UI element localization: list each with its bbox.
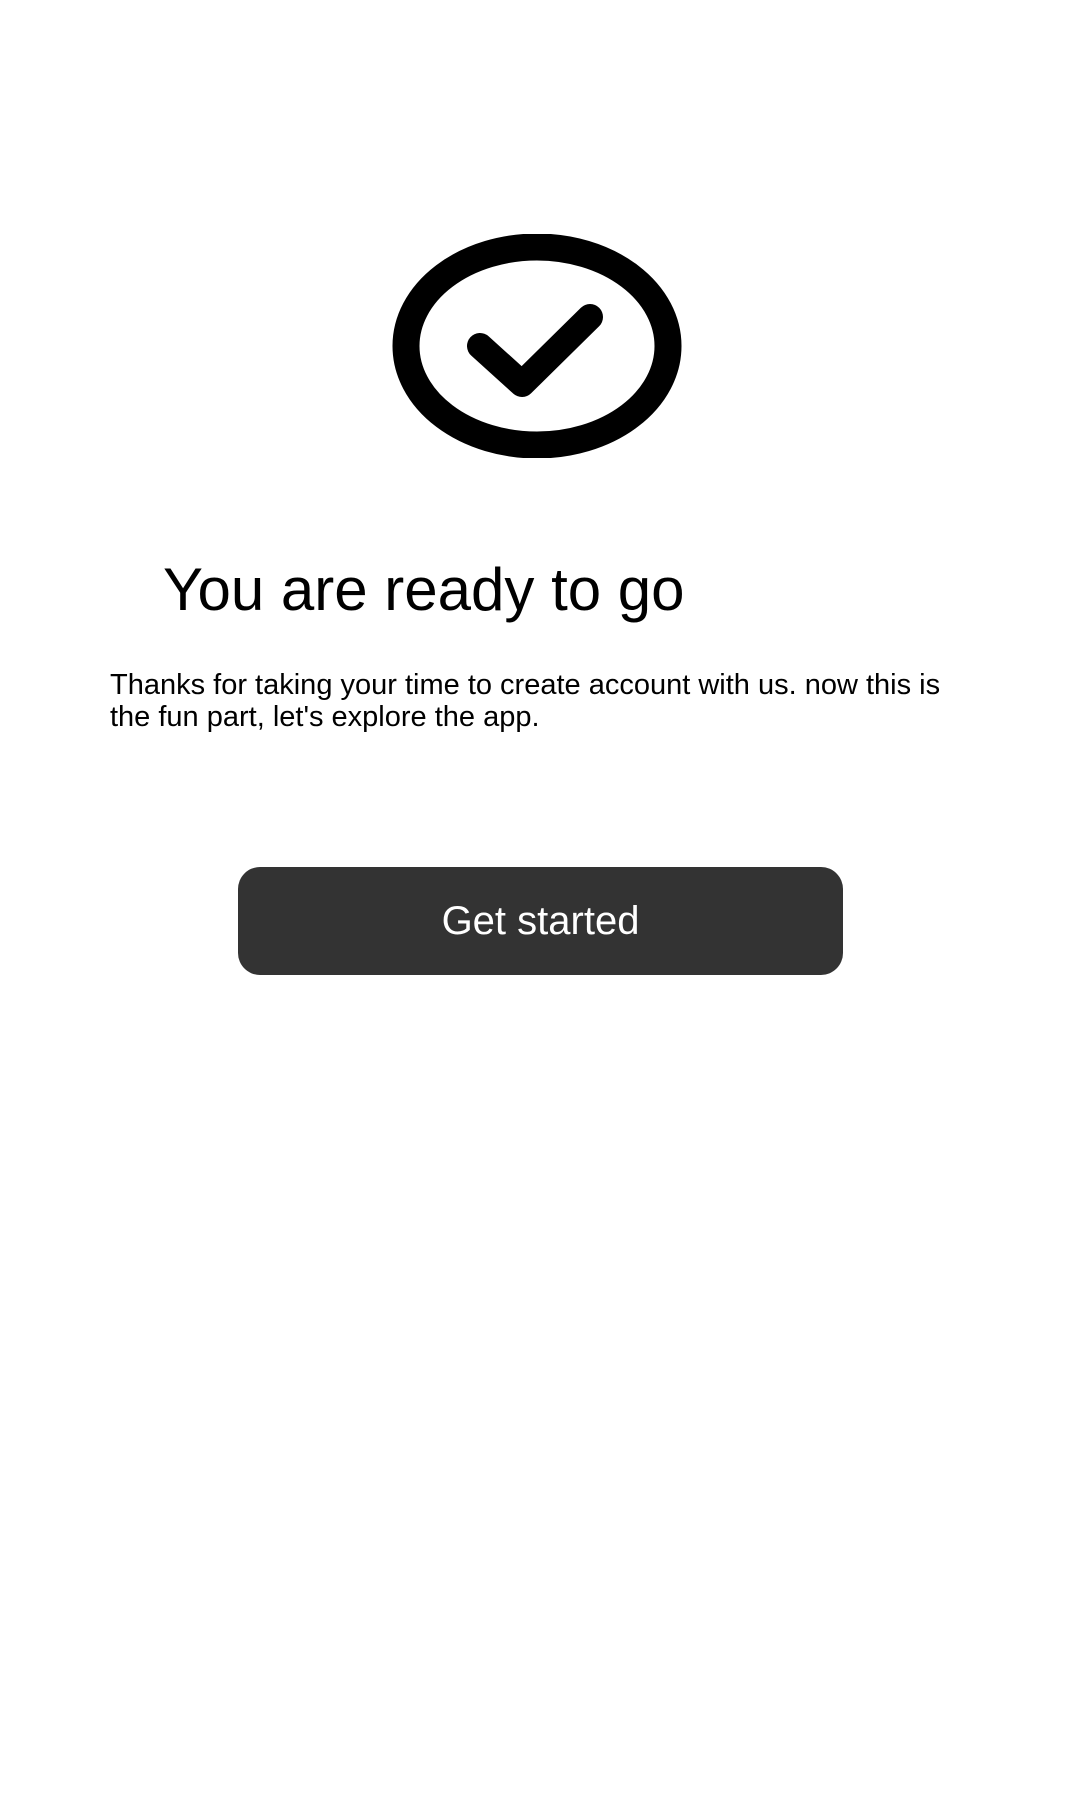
page-title: You are ready to go <box>163 556 685 624</box>
get-started-button[interactable]: Get started <box>238 867 843 975</box>
onboarding-complete-screen: You are ready to go Thanks for taking yo… <box>0 0 1080 1800</box>
check-circle-icon <box>392 234 682 458</box>
welcome-description: Thanks for taking your time to create ac… <box>110 669 941 733</box>
